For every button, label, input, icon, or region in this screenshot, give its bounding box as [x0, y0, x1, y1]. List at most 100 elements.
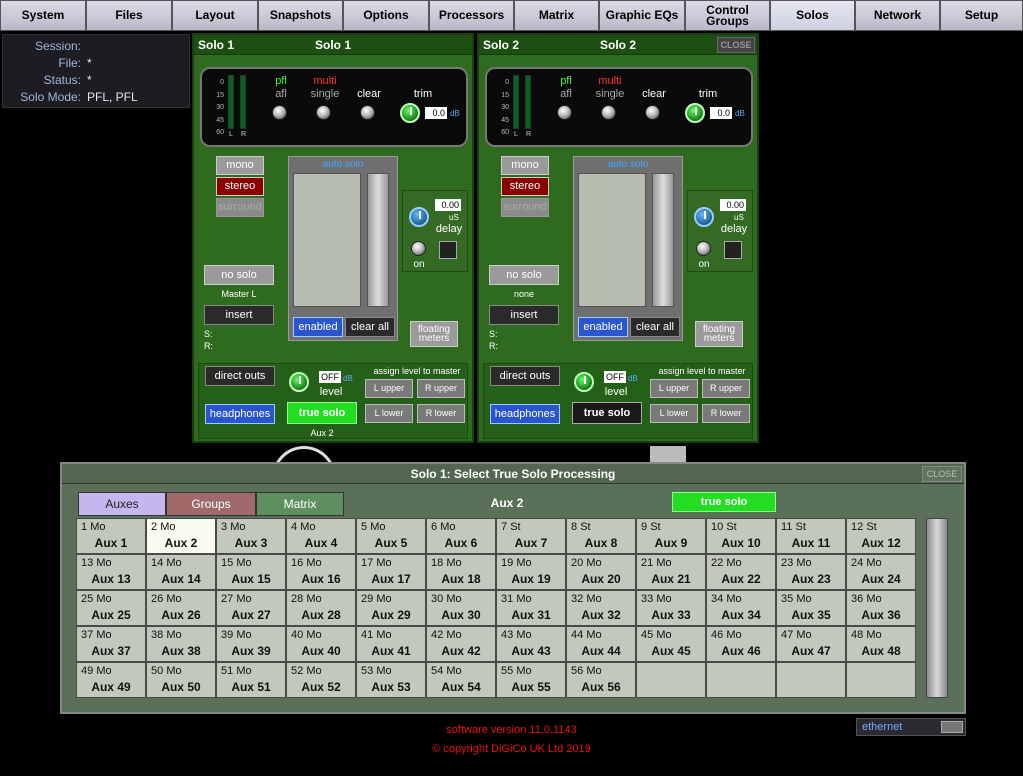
insert-button[interactable]: insert	[204, 305, 274, 325]
grid-icon[interactable]	[439, 241, 457, 259]
aux-cell[interactable]: 12 St Aux 12	[846, 518, 916, 554]
tab-control-groups[interactable]: Control Groups	[685, 0, 770, 31]
true-solo-button[interactable]: true solo	[287, 402, 357, 424]
tab-graphic-eqs[interactable]: Graphic EQs	[599, 0, 685, 31]
level-knob[interactable]	[574, 372, 594, 392]
clear-all-button[interactable]: clear all	[345, 317, 395, 337]
aux-cell[interactable]: 6 Mo Aux 6	[426, 518, 496, 554]
tab-setup[interactable]: Setup	[940, 0, 1023, 31]
delay-on-button[interactable]	[411, 241, 426, 256]
stereo-button[interactable]: stereo	[216, 177, 264, 196]
aux-cell[interactable]: 45 Mo Aux 45	[636, 626, 706, 662]
aux-cell[interactable]: 11 St Aux 11	[776, 518, 846, 554]
pfl-afl-button[interactable]	[557, 105, 572, 120]
stereo-button[interactable]: stereo	[501, 177, 549, 196]
auto-solo-scrollbar[interactable]	[367, 173, 389, 307]
aux-cell[interactable]: 24 Mo Aux 24	[846, 554, 916, 590]
r-upper-button[interactable]: R upper	[417, 379, 465, 398]
multi-single-button[interactable]	[316, 105, 331, 120]
aux-cell[interactable]: 39 Mo Aux 39	[216, 626, 286, 662]
aux-cell[interactable]: 43 Mo Aux 43	[496, 626, 566, 662]
pfl-afl-button[interactable]	[272, 105, 287, 120]
aux-cell[interactable]: 19 Mo Aux 19	[496, 554, 566, 590]
delay-value[interactable]: 0.00	[435, 199, 461, 211]
aux-cell[interactable]: 30 Mo Aux 30	[426, 590, 496, 626]
tab-matrix[interactable]: Matrix	[256, 492, 344, 516]
aux-cell[interactable]: 2 Mo Aux 2	[146, 518, 216, 554]
level-value[interactable]: OFF	[319, 371, 341, 383]
aux-cell[interactable]: 53 Mo Aux 53	[356, 662, 426, 698]
headphones-button[interactable]: headphones	[490, 404, 560, 424]
trim-knob[interactable]	[400, 103, 420, 123]
aux-cell[interactable]: 10 St Aux 10	[706, 518, 776, 554]
mono-button[interactable]: mono	[501, 156, 549, 175]
panel-close-button[interactable]: CLOSE	[717, 37, 755, 53]
aux-cell[interactable]: 9 St Aux 9	[636, 518, 706, 554]
delay-knob[interactable]	[694, 207, 714, 227]
aux-cell[interactable]: 46 Mo Aux 46	[706, 626, 776, 662]
tab-matrix[interactable]: Matrix	[514, 0, 599, 31]
dialog-scrollbar[interactable]	[926, 518, 948, 698]
aux-cell[interactable]: 16 Mo Aux 16	[286, 554, 356, 590]
aux-cell[interactable]: 5 Mo Aux 5	[356, 518, 426, 554]
aux-cell[interactable]: 20 Mo Aux 20	[566, 554, 636, 590]
auto-solo-list[interactable]	[578, 173, 646, 307]
tab-layout[interactable]: Layout	[172, 0, 258, 31]
aux-cell[interactable]: 21 Mo Aux 21	[636, 554, 706, 590]
aux-cell[interactable]: 14 Mo Aux 14	[146, 554, 216, 590]
aux-cell[interactable]: 25 Mo Aux 25	[76, 590, 146, 626]
insert-button[interactable]: insert	[489, 305, 559, 325]
level-value[interactable]: OFF	[604, 371, 626, 383]
aux-cell[interactable]: 27 Mo Aux 27	[216, 590, 286, 626]
aux-cell[interactable]: 49 Mo Aux 49	[76, 662, 146, 698]
r-lower-button[interactable]: R lower	[702, 404, 750, 423]
aux-cell[interactable]: 29 Mo Aux 29	[356, 590, 426, 626]
aux-cell[interactable]: 42 Mo Aux 42	[426, 626, 496, 662]
clear-all-button[interactable]: clear all	[630, 317, 680, 337]
aux-cell[interactable]: 32 Mo Aux 32	[566, 590, 636, 626]
aux-cell[interactable]: 22 Mo Aux 22	[706, 554, 776, 590]
tab-options[interactable]: Options	[343, 0, 429, 31]
l-upper-button[interactable]: L upper	[650, 379, 698, 398]
enabled-button[interactable]: enabled	[578, 317, 628, 337]
aux-cell[interactable]: 44 Mo Aux 44	[566, 626, 636, 662]
aux-cell[interactable]: 36 Mo Aux 36	[846, 590, 916, 626]
aux-cell[interactable]: 47 Mo Aux 47	[776, 626, 846, 662]
delay-on-button[interactable]	[696, 241, 711, 256]
aux-cell[interactable]: 28 Mo Aux 28	[286, 590, 356, 626]
trim-knob[interactable]	[685, 103, 705, 123]
aux-cell[interactable]: 50 Mo Aux 50	[146, 662, 216, 698]
true-solo-button[interactable]: true solo	[572, 402, 642, 424]
direct-outs-button[interactable]: direct outs	[490, 366, 560, 386]
aux-cell[interactable]: 52 Mo Aux 52	[286, 662, 356, 698]
tab-system[interactable]: System	[0, 0, 86, 31]
aux-cell[interactable]: 38 Mo Aux 38	[146, 626, 216, 662]
no-solo-button[interactable]: no solo	[489, 265, 559, 285]
aux-cell[interactable]: 4 Mo Aux 4	[286, 518, 356, 554]
trim-value[interactable]: 0.0	[710, 107, 732, 119]
tab-files[interactable]: Files	[86, 0, 172, 31]
aux-cell[interactable]: 17 Mo Aux 17	[356, 554, 426, 590]
r-upper-button[interactable]: R upper	[702, 379, 750, 398]
aux-cell[interactable]: 31 Mo Aux 31	[496, 590, 566, 626]
aux-cell[interactable]: 3 Mo Aux 3	[216, 518, 286, 554]
clear-button[interactable]	[360, 105, 375, 120]
headphones-button[interactable]: headphones	[205, 404, 275, 424]
mono-button[interactable]: mono	[216, 156, 264, 175]
tab-groups[interactable]: Groups	[166, 492, 256, 516]
multi-single-button[interactable]	[601, 105, 616, 120]
floating-meters-button[interactable]: floating meters	[695, 321, 743, 347]
l-upper-button[interactable]: L upper	[365, 379, 413, 398]
aux-cell[interactable]: 23 Mo Aux 23	[776, 554, 846, 590]
aux-cell[interactable]: 18 Mo Aux 18	[426, 554, 496, 590]
aux-cell[interactable]: 15 Mo Aux 15	[216, 554, 286, 590]
trim-value[interactable]: 0.0	[425, 107, 447, 119]
tab-auxes[interactable]: Auxes	[78, 492, 166, 516]
clear-button[interactable]	[645, 105, 660, 120]
dialog-close-button[interactable]: CLOSE	[922, 466, 962, 482]
aux-cell[interactable]: 40 Mo Aux 40	[286, 626, 356, 662]
auto-solo-list[interactable]	[293, 173, 361, 307]
aux-cell[interactable]: 56 Mo Aux 56	[566, 662, 636, 698]
aux-cell[interactable]: 54 Mo Aux 54	[426, 662, 496, 698]
surround-button[interactable]: surround	[216, 198, 264, 217]
